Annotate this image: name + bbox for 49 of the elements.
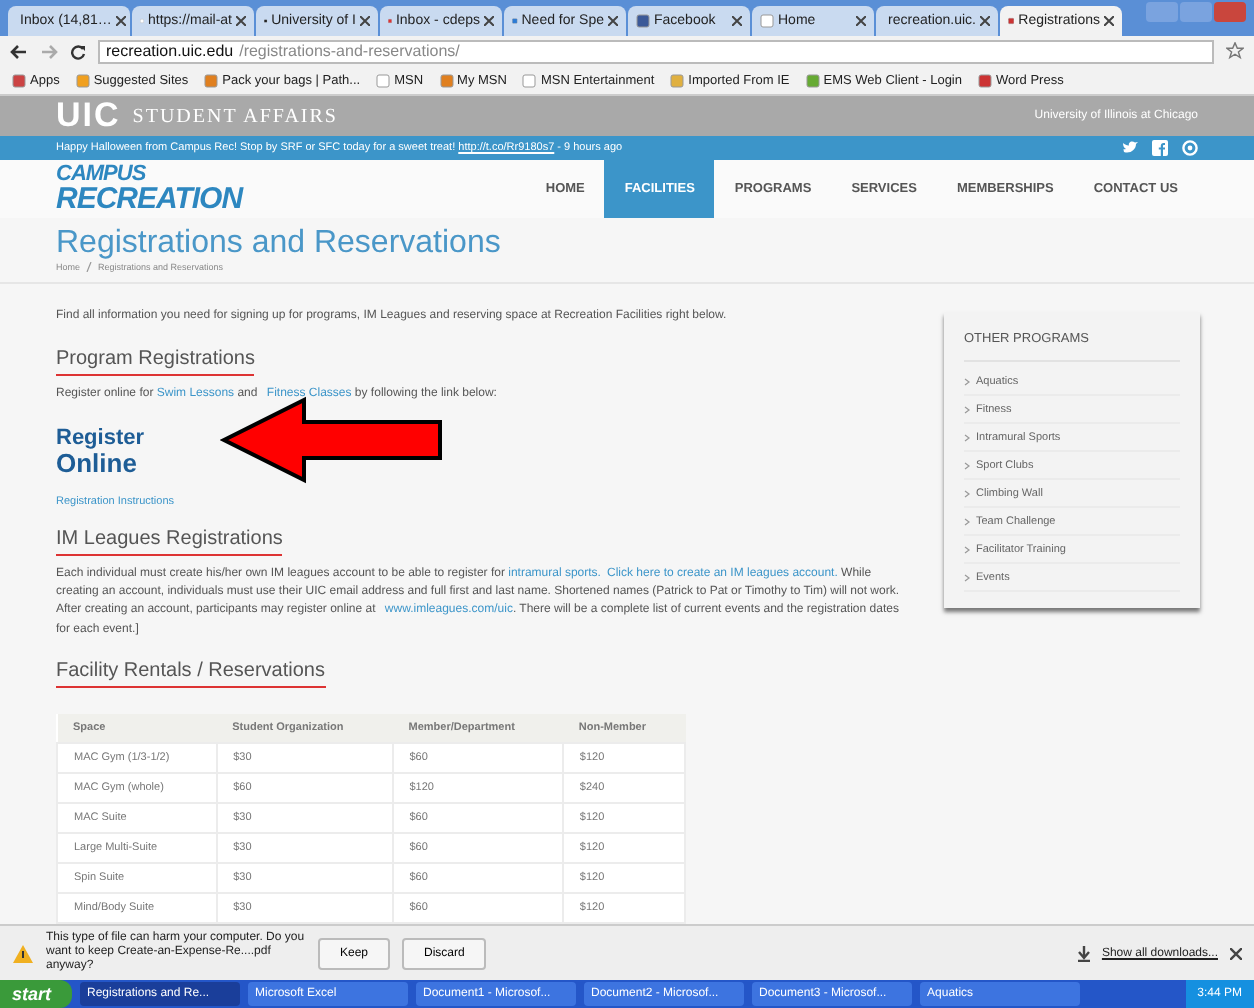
site-icon	[805, 73, 820, 87]
close-icon[interactable]	[856, 16, 866, 26]
close-icon[interactable]	[1104, 16, 1114, 26]
close-icon[interactable]	[484, 16, 494, 26]
chevron-icon	[964, 545, 970, 554]
site-icon	[522, 73, 537, 87]
section-heading: IM Leagues Registrations	[56, 527, 283, 556]
site-icon	[75, 73, 90, 87]
register-online-button[interactable]: Register Online	[56, 419, 168, 484]
close-icon[interactable]	[115, 16, 126, 26]
reload-icon[interactable]	[70, 43, 86, 59]
bird-icon[interactable]	[1122, 139, 1138, 156]
close-icon[interactable]	[236, 16, 246, 26]
site-icon	[760, 14, 774, 28]
slash-icon	[86, 262, 93, 273]
star-icon[interactable]	[1226, 42, 1244, 60]
chevron-icon	[964, 377, 970, 386]
start-button[interactable]: start	[0, 980, 72, 1008]
close-icon[interactable]	[732, 16, 742, 26]
chevron-icon	[964, 517, 970, 526]
download-icon	[1077, 945, 1090, 961]
chevron-icon	[964, 573, 970, 582]
site-logo[interactable]: CAMPUS RECREATION	[56, 159, 243, 219]
chevron-icon	[964, 405, 970, 414]
site-icon	[439, 73, 454, 87]
folder-icon	[670, 73, 685, 87]
site-icon	[1008, 14, 1015, 28]
site-icon	[512, 14, 518, 28]
at-sign-icon[interactable]	[1182, 139, 1198, 156]
brand-name: STUDENT AFFAIRS	[132, 105, 338, 127]
close-icon[interactable]	[608, 16, 618, 26]
site-icon	[376, 73, 391, 87]
chevron-icon	[964, 433, 970, 442]
site-icon	[978, 73, 992, 87]
site-icon	[636, 14, 650, 28]
back-icon[interactable]	[10, 43, 28, 59]
address-field[interactable]: recreation.uic.edu /registrations-and-reservations/	[98, 39, 1214, 63]
site-icon	[12, 73, 26, 87]
facebook-icon[interactable]	[1152, 139, 1168, 156]
page-title: Registrations and Reservations	[56, 226, 503, 263]
section-heading: Program Registrations	[56, 347, 255, 376]
warning-icon	[12, 943, 34, 963]
chevron-icon	[964, 461, 970, 470]
close-icon[interactable]	[980, 16, 990, 26]
close-icon[interactable]	[1230, 947, 1242, 959]
chevron-icon	[964, 489, 970, 498]
close-icon[interactable]	[360, 16, 370, 26]
site-icon	[204, 73, 219, 87]
section-heading: Facility Rentals / Reservations	[56, 660, 325, 688]
